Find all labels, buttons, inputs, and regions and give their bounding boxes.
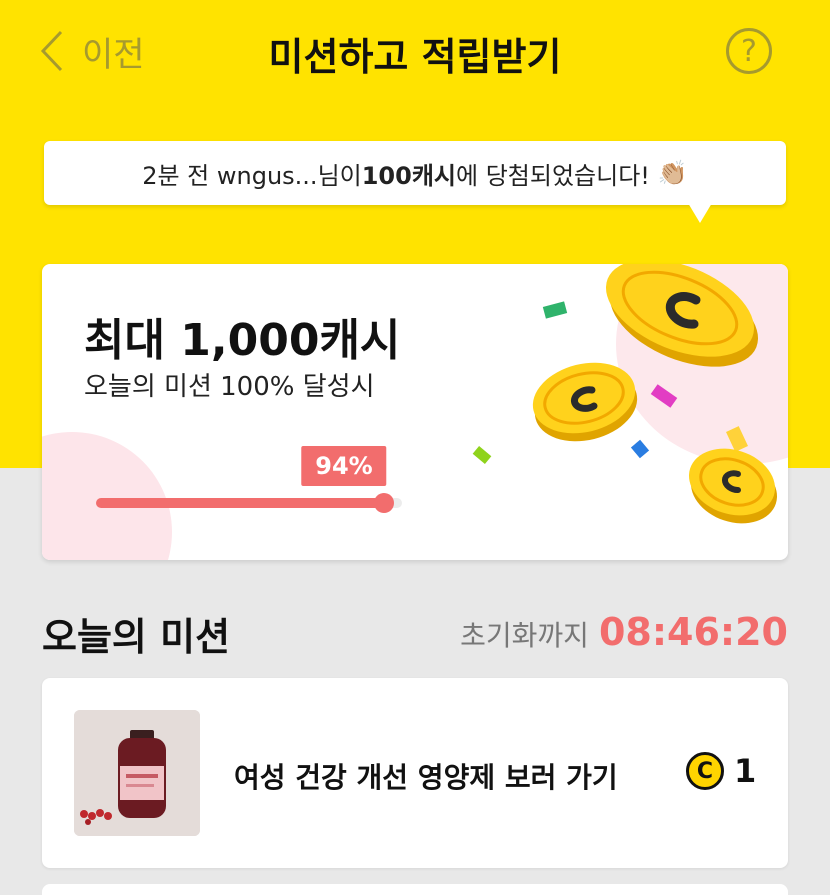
notice-pointer [688,203,712,223]
coins-illustration [472,264,777,524]
confetti-magenta [650,384,678,408]
mission-reward: C 1 [686,752,756,790]
reset-timer: 초기화까지 08:46:20 [460,610,788,654]
confetti-blue [630,439,650,459]
confetti-green [542,301,568,319]
top-bar: 이전 미션하고 적립받기 ? [0,0,830,104]
mission-title: 여성 건강 개선 영양제 보러 가기 [234,761,618,794]
progress-fill [96,498,384,508]
winner-notice: 2분 전 wngus...님이 100캐시 에 당첨되었습니다! 👏🏼 [44,141,786,205]
notice-highlight: 100캐시 [361,161,456,190]
reset-countdown: 08:46:20 [598,610,788,654]
product-thumbnail [74,710,200,836]
reward-banner: 최대 1,000캐시 오늘의 미션 100% 달성시 94% [42,264,788,560]
confetti-lime [472,446,492,464]
mission-item[interactable]: 여성 건강 개선 영양제 보러 가기 C 1 [42,678,788,868]
notice-prefix: 2분 전 wngus...님이 [142,161,362,190]
progress-badge: 94% [301,446,387,486]
mission-item-next[interactable] [42,884,788,895]
max-reward-title: 최대 1,000캐시 [84,315,401,366]
notice-suffix: 에 당첨되었습니다! [456,161,650,190]
coin-medium-icon [532,362,638,442]
clap-icon: 👏🏼 [657,159,688,187]
reset-label: 초기화까지 [460,619,589,652]
help-icon[interactable]: ? [726,28,772,74]
progress-knob [374,493,394,513]
decor-circle-left [42,432,172,560]
reward-amount: 1 [734,752,757,790]
page-title: 미션하고 적립받기 [268,35,562,79]
max-reward-subtitle: 오늘의 미션 100% 달성시 [84,372,375,402]
coin-large-icon [605,264,759,367]
coin-small-icon [689,448,777,524]
cash-coin-icon: C [686,752,724,790]
missions-heading: 오늘의 미션 [42,615,231,659]
confetti-yellow [726,426,748,452]
progress-track [96,493,402,513]
